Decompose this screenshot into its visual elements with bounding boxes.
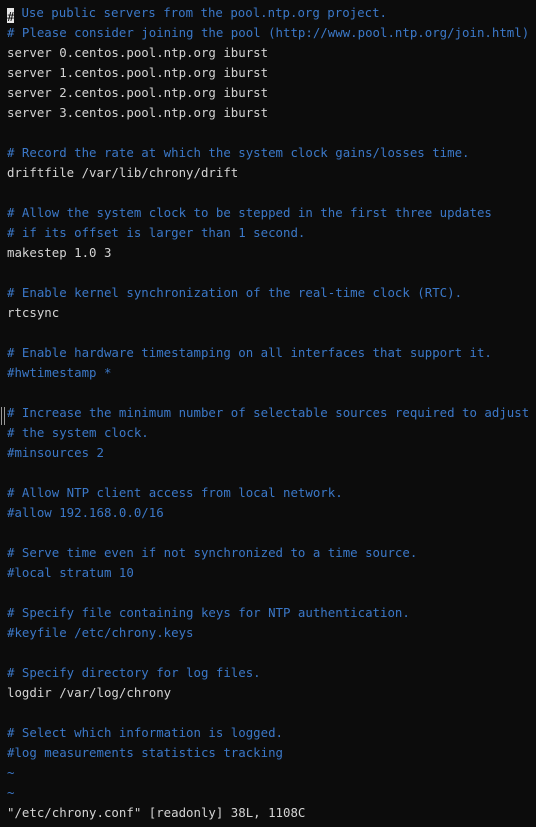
- editor-line: # the system clock.: [7, 425, 149, 440]
- editor-line: # Please consider joining the pool (http…: [7, 25, 532, 40]
- editor-line: # Increase the minimum number of selecta…: [7, 405, 530, 420]
- editor-line: # Allow NTP client access from local net…: [7, 485, 343, 500]
- editor-line: # Enable kernel synchronization of the r…: [7, 285, 463, 300]
- editor-line: logdir /var/log/chrony: [7, 685, 172, 700]
- empty-line-marker: ~: [7, 785, 15, 800]
- editor-line: # Serve time even if not synchronized to…: [7, 545, 418, 560]
- editor-line: # Specify file containing keys for NTP a…: [7, 605, 410, 620]
- cursor-block: #: [7, 8, 15, 23]
- editor-line: #hwtimestamp *: [7, 365, 112, 380]
- editor-line: # Allow the system clock to be stepped i…: [7, 205, 492, 220]
- editor-line: #minsources 2: [7, 445, 104, 460]
- text-cursor-icon: [1, 407, 5, 425]
- editor-line: # if its offset is larger than 1 second.: [7, 225, 306, 240]
- text-buffer[interactable]: # Use public servers from the pool.ntp.o…: [7, 3, 532, 803]
- status-line: "/etc/chrony.conf" [readonly] 38L, 1108C: [7, 805, 306, 820]
- editor-line: server 0.centos.pool.ntp.org iburst: [7, 45, 269, 60]
- editor-line: #keyfile /etc/chrony.keys: [7, 625, 194, 640]
- editor-line: # Use public servers from the pool.ntp.o…: [7, 3, 532, 23]
- editor-line: # Specify directory for log files.: [7, 665, 261, 680]
- editor-line: server 1.centos.pool.ntp.org iburst: [7, 65, 269, 80]
- editor-line: driftfile /var/lib/chrony/drift: [7, 165, 239, 180]
- editor-line: rtcsync: [7, 305, 60, 320]
- editor-line: server 3.centos.pool.ntp.org iburst: [7, 105, 269, 120]
- editor-line: #allow 192.168.0.0/16: [7, 505, 164, 520]
- editor-line-text: Use public servers from the pool.ntp.org…: [14, 5, 387, 20]
- editor-line: # Enable hardware timestamping on all in…: [7, 345, 492, 360]
- vim-editor[interactable]: # Use public servers from the pool.ntp.o…: [7, 3, 532, 823]
- editor-line: # Select which information is logged.: [7, 725, 284, 740]
- editor-line: makestep 1.0 3: [7, 245, 112, 260]
- empty-line-marker: ~: [7, 765, 15, 780]
- editor-line: #log measurements statistics tracking: [7, 745, 284, 760]
- editor-line: # Record the rate at which the system cl…: [7, 145, 470, 160]
- editor-line: #local stratum 10: [7, 565, 134, 580]
- editor-line: server 2.centos.pool.ntp.org iburst: [7, 85, 269, 100]
